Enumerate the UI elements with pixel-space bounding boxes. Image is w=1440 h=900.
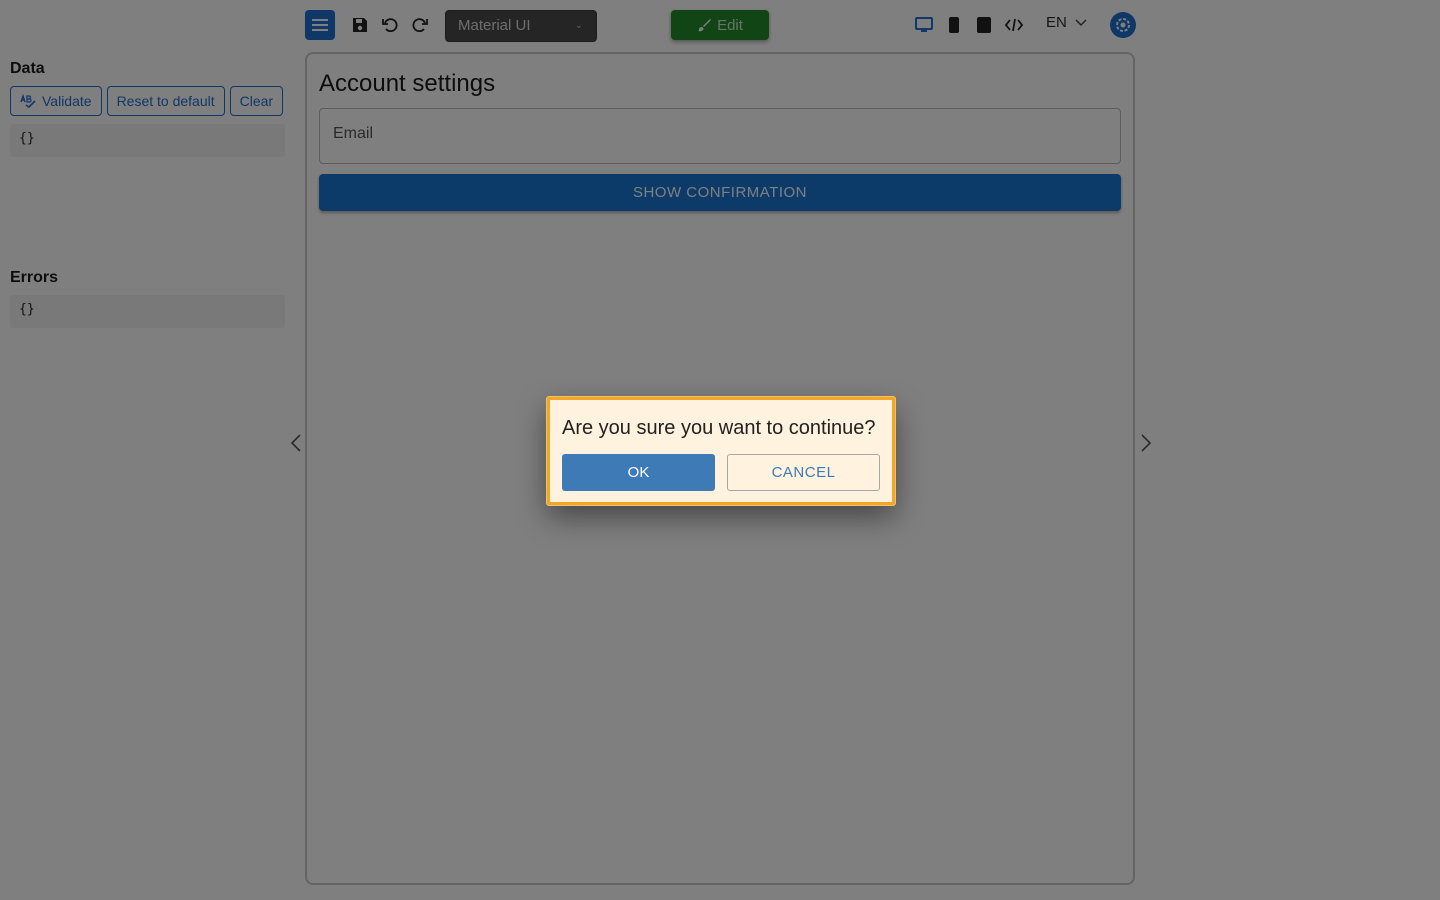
cancel-button[interactable]: CANCEL	[727, 454, 880, 491]
dialog-message: Are you sure you want to continue?	[562, 417, 876, 439]
ok-button[interactable]: OK	[562, 454, 715, 491]
app: Material UI ⌄ Edit EN Data	[0, 0, 1440, 900]
cancel-label: CANCEL	[771, 464, 836, 481]
ok-label: OK	[627, 464, 650, 481]
confirmation-dialog: Are you sure you want to continue? OK CA…	[547, 397, 895, 505]
